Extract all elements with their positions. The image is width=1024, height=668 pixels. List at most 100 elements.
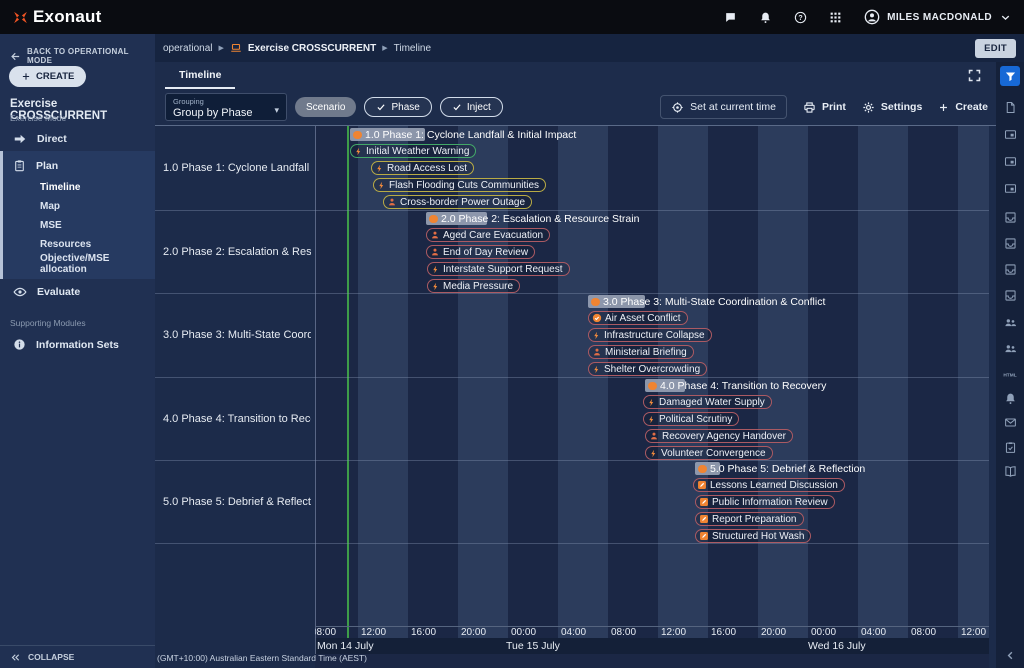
inject-pill[interactable]: Flash Flooding Cuts Communities: [373, 178, 546, 192]
header-strip: operational ▶ Exercise CROSSCURRENT ▶ Ti…: [155, 34, 1024, 62]
sidebar-item-direct[interactable]: Direct: [0, 126, 155, 151]
rail-book-button[interactable]: [1000, 461, 1020, 481]
help-icon[interactable]: ?: [794, 11, 807, 24]
inject-pill[interactable]: Structured Hot Wash: [695, 529, 811, 543]
inject-pill[interactable]: Ministerial Briefing: [588, 345, 694, 359]
supporting-modules-label: Supporting Modules: [0, 304, 155, 332]
sidebar-collapse-button[interactable]: COLLAPSE: [0, 645, 155, 668]
create-inject-button[interactable]: Create: [938, 101, 988, 113]
tab-timeline[interactable]: Timeline: [165, 62, 235, 89]
apps-grid-icon[interactable]: [829, 11, 842, 24]
info-icon: [13, 338, 26, 351]
inject-pill[interactable]: Road Access Lost: [371, 161, 474, 175]
rail-html-button[interactable]: HTML: [1000, 364, 1020, 384]
rail-card-button[interactable]: [1000, 151, 1020, 171]
rail-card-button[interactable]: [1000, 124, 1020, 144]
person-icon: [592, 347, 602, 357]
breadcrumb-exercise[interactable]: Exercise CROSSCURRENT: [248, 43, 376, 54]
timeline-canvas[interactable]: 08:0012:0016:0020:0000:0004:0008:0012:00…: [315, 126, 989, 668]
sidebar-item-information-sets[interactable]: Information Sets: [0, 332, 155, 357]
inject-label: Shelter Overcrowding: [604, 364, 700, 375]
notifications-bell-icon[interactable]: [759, 11, 772, 24]
create-button[interactable]: CREATE: [9, 66, 86, 87]
rail-tray-button[interactable]: [1000, 207, 1020, 227]
rail-page-button[interactable]: [1000, 97, 1020, 117]
inject-pill[interactable]: End of Day Review: [426, 245, 535, 259]
rail-card-button[interactable]: [1000, 178, 1020, 198]
chip-phase[interactable]: Phase: [364, 97, 431, 117]
sidebar-item-resources[interactable]: Resources: [0, 235, 155, 254]
sidebar-item-map[interactable]: Map: [0, 197, 155, 216]
phase-row-label: 5.0 Phase 5: Debrief & Reflection: [163, 496, 311, 508]
rail-tray-button[interactable]: [1000, 233, 1020, 253]
sidebar-item-evaluate[interactable]: Evaluate: [0, 279, 155, 304]
logo[interactable]: Exonaut: [12, 7, 101, 27]
rail-tray-button[interactable]: [1000, 285, 1020, 305]
phase-label: 5.0 Phase 5: Debrief & Reflection: [710, 463, 865, 475]
inject-label: Media Pressure: [443, 281, 513, 292]
inject-pill[interactable]: Damaged Water Supply: [643, 395, 772, 409]
inject-label: Interstate Support Request: [443, 264, 563, 275]
clipboard-icon: [13, 159, 26, 172]
row-separator: [155, 210, 989, 211]
inject-pill[interactable]: Political Scrutiny: [643, 412, 739, 426]
svg-text:HTML: HTML: [1003, 372, 1016, 378]
create-label: CREATE: [36, 71, 74, 82]
inject-pill[interactable]: Lessons Learned Discussion: [693, 478, 845, 492]
inject-pill[interactable]: Public Information Review: [695, 495, 835, 509]
inject-pill[interactable]: Media Pressure: [427, 279, 520, 293]
inject-pill[interactable]: Report Preparation: [695, 512, 804, 526]
sidebar-item-plan[interactable]: Plan: [0, 153, 155, 178]
axis-tick-label: 08:00: [315, 627, 336, 638]
phase-label: 2.0 Phase 2: Escalation & Resource Strai…: [441, 213, 639, 225]
axis-tick-label: 08:00: [911, 627, 936, 638]
rail-users-button[interactable]: [1000, 338, 1020, 358]
edit-button[interactable]: EDIT: [975, 39, 1016, 58]
timezone-label: (GMT+10:00) Australian Eastern Standard …: [157, 653, 367, 663]
rail-mail-button[interactable]: [1000, 412, 1020, 432]
avatar: [864, 9, 880, 25]
rail-collapse-button[interactable]: [1000, 645, 1020, 665]
inject-pill[interactable]: Interstate Support Request: [427, 262, 570, 276]
user-menu[interactable]: MILES MACDONALD: [864, 9, 1012, 25]
axis-tick-label: 04:00: [561, 627, 586, 638]
sidebar-item-label: Evaluate: [37, 286, 80, 298]
rail-funnel-button[interactable]: [1000, 66, 1020, 86]
fullscreen-icon[interactable]: [967, 68, 982, 83]
axis-date-label: Mon 14 July: [317, 640, 374, 652]
arrow-left-icon: [10, 51, 21, 62]
back-to-operational-link[interactable]: BACK TO OPERATIONAL MODE: [10, 47, 155, 65]
inject-pill[interactable]: Initial Weather Warning: [350, 144, 476, 158]
chat-icon[interactable]: [724, 11, 737, 24]
inject-pill[interactable]: Infrastructure Collapse: [588, 328, 712, 342]
rail-clipboard-check-button[interactable]: [1000, 437, 1020, 457]
sidebar-item-timeline[interactable]: Timeline: [0, 178, 155, 197]
label-grid-divider: [315, 126, 316, 654]
sidebar-item-mse[interactable]: MSE: [0, 216, 155, 235]
set-current-time-button[interactable]: Set at current time: [660, 95, 787, 119]
inject-pill[interactable]: Shelter Overcrowding: [588, 362, 707, 376]
grouping-select[interactable]: Grouping Group by Phase ▾: [165, 93, 287, 121]
phase-label: 3.0 Phase 3: Multi-State Coordination & …: [603, 296, 825, 308]
rail-users-button[interactable]: [1000, 312, 1020, 332]
phase-icon: [429, 215, 438, 223]
caret-down-icon: ▾: [274, 105, 279, 116]
rail-bell-button[interactable]: [1000, 388, 1020, 408]
chip-scenario[interactable]: Scenario: [295, 97, 356, 117]
bolt-icon: [377, 180, 386, 191]
edit-square-icon: [699, 514, 709, 524]
rail-tray-button[interactable]: [1000, 259, 1020, 279]
breadcrumb-operational[interactable]: operational: [163, 43, 212, 54]
inject-pill[interactable]: Aged Care Evacuation: [426, 228, 550, 242]
inject-pill[interactable]: Cross-border Power Outage: [383, 195, 532, 209]
inject-pill[interactable]: Recovery Agency Handover: [645, 429, 793, 443]
top-bar: Exonaut ? MILES MACDONALD: [0, 0, 1024, 34]
sidebar-item-objective-mse-allocation[interactable]: Objective/MSE allocation: [0, 254, 155, 273]
print-button[interactable]: Print: [803, 101, 846, 114]
settings-button[interactable]: Settings: [862, 101, 922, 114]
inject-pill[interactable]: Volunteer Convergence: [645, 446, 773, 460]
inject-pill[interactable]: Air Asset Conflict: [588, 311, 688, 325]
person-icon: [649, 431, 659, 441]
phase-icon: [648, 382, 657, 390]
chip-inject[interactable]: Inject: [440, 97, 503, 117]
